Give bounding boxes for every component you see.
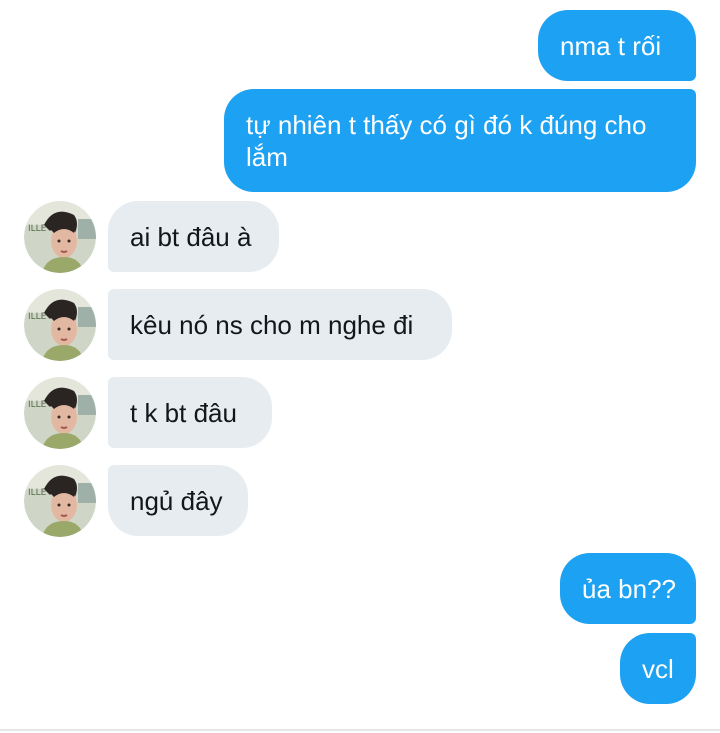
message-text: tự nhiên t thấy có gì đó k đúng cho lắm xyxy=(246,109,647,172)
svg-text:ILLE: ILLE xyxy=(28,224,47,234)
message-text: nma t rối xyxy=(560,30,662,61)
user-avatar[interactable]: ILLE xyxy=(24,201,96,273)
message-bubble-outgoing[interactable]: vcl xyxy=(620,633,696,704)
user-avatar[interactable]: ILLE xyxy=(24,289,96,361)
message-bubble-outgoing[interactable]: ủa bn?? xyxy=(560,553,696,624)
svg-text:ILLE: ILLE xyxy=(28,400,47,410)
message-text: ngủ đây xyxy=(130,485,223,516)
message-bubble-incoming[interactable]: ai bt đâu à xyxy=(108,201,279,272)
message-bubble-outgoing[interactable]: tự nhiên t thấy có gì đó k đúng cho lắm xyxy=(224,89,696,192)
user-avatar[interactable]: ILLE xyxy=(24,465,96,537)
message-bubble-incoming[interactable]: ngủ đây xyxy=(108,465,248,536)
svg-text:ILLE: ILLE xyxy=(28,312,47,322)
message-bubble-outgoing[interactable]: nma t rối xyxy=(538,10,696,81)
message-text: t k bt đâu xyxy=(130,397,237,428)
message-text: ủa bn?? xyxy=(582,573,676,604)
user-avatar[interactable]: ILLE xyxy=(24,377,96,449)
message-text: vcl xyxy=(642,653,674,684)
message-text: kêu nó ns cho m nghe đi xyxy=(130,309,414,340)
message-bubble-incoming[interactable]: t k bt đâu xyxy=(108,377,272,448)
svg-text:ILLE: ILLE xyxy=(28,488,47,498)
message-bubble-incoming[interactable]: kêu nó ns cho m nghe đi xyxy=(108,289,452,360)
message-text: ai bt đâu à xyxy=(130,221,252,252)
conversation-thread: nma t rối tự nhiên t thấy có gì đó k đún… xyxy=(0,0,720,733)
divider xyxy=(0,729,720,731)
